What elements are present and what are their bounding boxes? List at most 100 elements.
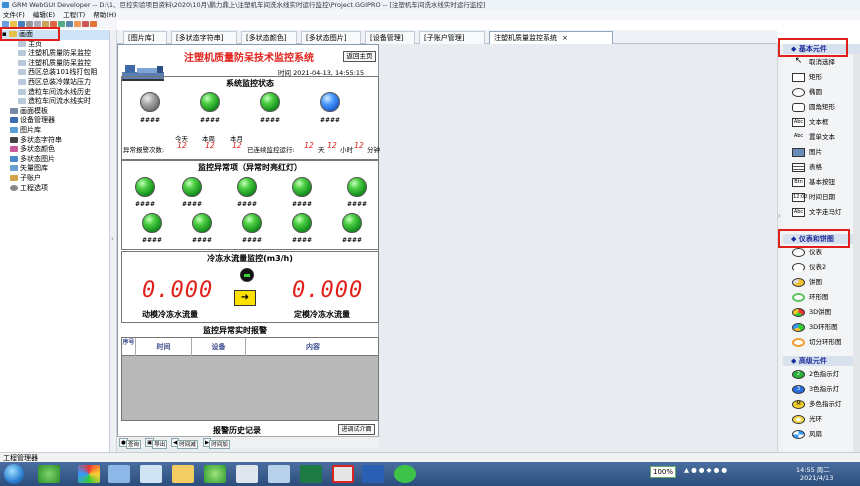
tool-lamp2[interactable]: 2 2色指示灯	[783, 367, 860, 382]
word-icon[interactable]	[362, 465, 384, 483]
tab-subaccount-manager[interactable]: [子账户管理]	[419, 31, 485, 44]
excel-icon[interactable]	[300, 465, 322, 483]
tab-multistate-color[interactable]: [多状态颜色]	[241, 31, 297, 44]
download-icon[interactable]	[82, 21, 89, 27]
menu-project[interactable]: 工程(T)	[63, 11, 85, 19]
tree-item[interactable]: 西区总装冷媒站压力	[0, 78, 109, 88]
new-file-icon[interactable]	[2, 21, 9, 27]
app-pinwheel-icon[interactable]	[78, 465, 100, 483]
collapse-left-icon[interactable]: ‹	[111, 235, 114, 243]
tool-split-ring[interactable]: 切分环形图	[783, 335, 860, 350]
tree-item[interactable]: 主页	[0, 40, 109, 50]
clock-time[interactable]: 14:55 周二	[796, 464, 830, 474]
tool-ellipse[interactable]: 椭圆	[783, 85, 860, 100]
menu-file[interactable]: 文件(F)	[3, 11, 25, 19]
build-icon[interactable]	[74, 21, 81, 27]
tool-rounded-rect[interactable]: 圆角矩形	[783, 100, 860, 115]
tool-ring3d[interactable]: 3D环形图	[783, 320, 860, 335]
lamp-label: ####	[139, 117, 161, 124]
clock-date[interactable]: 2021/4/13	[800, 474, 833, 482]
enter-debug-button[interactable]: 进调试介面	[338, 424, 375, 435]
delete-icon[interactable]	[50, 21, 57, 27]
acrobat-icon[interactable]	[332, 465, 354, 483]
save-icon[interactable]	[18, 21, 25, 27]
back-home-button[interactable]: 返回主页	[343, 51, 376, 62]
tool-rectangle[interactable]: 矩形	[783, 70, 860, 85]
tree-item[interactable]: 造粒车间流水线实时	[0, 97, 109, 107]
tree-item[interactable]: 注塑机质量防呆监控	[0, 49, 109, 59]
tool-textbox[interactable]: Abc 文本框	[783, 115, 860, 130]
tool-ring[interactable]: 环形图	[783, 290, 860, 305]
collapse-right-icon[interactable]: ›	[778, 212, 781, 220]
tool-pie[interactable]: 饼图	[783, 275, 860, 290]
tab-multistate-image[interactable]: [多状态图片]	[301, 31, 361, 44]
tool-fan[interactable]: 风扇	[783, 427, 860, 442]
paste-icon[interactable]	[42, 21, 49, 27]
export-button[interactable]: ▣ 导出	[145, 438, 168, 449]
menu-edit[interactable]: 编辑(E)	[33, 11, 55, 19]
tree-item[interactable]: 西区总装101线打包阻	[0, 68, 109, 78]
close-tab-icon[interactable]: ×	[562, 34, 568, 42]
tree-item[interactable]: 注塑机质量防呆监控	[0, 59, 109, 69]
tool-deselect[interactable]: ↖ 取消选择	[783, 55, 860, 70]
wechat-icon[interactable]	[394, 465, 416, 483]
tree-item-subaccount[interactable]: 子账户	[0, 174, 109, 184]
tree-item[interactable]: 造粒车间流水线历史	[0, 88, 109, 98]
ellipse-icon	[792, 88, 805, 97]
app-tool-icon[interactable]	[268, 465, 290, 483]
col-index: 序号	[122, 338, 136, 356]
start-button-icon[interactable]	[4, 464, 24, 484]
section-advanced[interactable]: ◆ 高级元件	[783, 356, 860, 366]
time-minus-button[interactable]: ◀ 时间减	[171, 438, 198, 449]
menu-help[interactable]: 帮助(H)	[93, 11, 116, 19]
query-button[interactable]: ● 查询	[119, 438, 141, 449]
tool-marquee[interactable]: Abc 文字走马灯	[783, 205, 860, 220]
tree-item-project-options[interactable]: 工程选项	[0, 184, 109, 194]
tab-multistate-string[interactable]: [多状态字符串]	[171, 31, 237, 44]
app-devbox-icon[interactable]	[108, 465, 130, 483]
section-basic-elements[interactable]: ◆ 基本元件	[783, 44, 860, 54]
section-gauges-pies[interactable]: ◆ 仪表和饼图	[783, 234, 860, 244]
tool-datetime[interactable]: 12:00 时间日期	[783, 190, 860, 205]
app-360-icon[interactable]	[38, 465, 60, 483]
tool-lamp-multi[interactable]: M 多色指示灯	[783, 397, 860, 412]
project-manager-label[interactable]: 工程管理器	[3, 454, 38, 462]
tab-device-manager[interactable]: [设备管理]	[365, 31, 415, 44]
tree-item-templates[interactable]: 画面模板	[0, 107, 109, 117]
undo-icon[interactable]	[58, 21, 65, 27]
grm-app-icon[interactable]	[236, 465, 258, 483]
tab-quality-monitor[interactable]: 注塑机质量监控系统 ×	[489, 31, 613, 44]
tool-text[interactable]: Abc 置单文本	[783, 130, 860, 145]
tree-item-multistate-string[interactable]: 多状态字符串	[0, 136, 109, 146]
tool-gauge2[interactable]: 仪表2	[783, 260, 860, 275]
copy-icon[interactable]	[34, 21, 41, 27]
run-icon[interactable]	[90, 21, 97, 27]
file-explorer-icon[interactable]	[172, 465, 194, 483]
component-panel-scrollbar[interactable]	[853, 54, 860, 454]
user-icon	[10, 174, 18, 181]
tool-table[interactable]: 表格	[783, 160, 860, 175]
tool-picture[interactable]: 图片	[783, 145, 860, 160]
time-plus-button[interactable]: ▶ 时间加	[203, 438, 230, 449]
open-folder-icon[interactable]	[10, 21, 17, 27]
tree-item-multistate-color[interactable]: 多状态颜色	[0, 145, 109, 155]
left-splitter[interactable]: ‹	[110, 30, 117, 462]
tool-button[interactable]: Btn 基本按钮	[783, 175, 860, 190]
tree-item-multistate-image[interactable]: 多状态图片	[0, 155, 109, 165]
alarm-lamp	[237, 177, 257, 197]
browser-icon[interactable]	[204, 465, 226, 483]
tree-item-image-lib[interactable]: 图片库	[0, 126, 109, 136]
zoom-indicator[interactable]: 100%	[650, 466, 676, 478]
redo-icon[interactable]	[66, 21, 73, 27]
tool-pie3d[interactable]: 3D饼图	[783, 305, 860, 320]
tree-item-vector-lib[interactable]: 矢量图库	[0, 164, 109, 174]
tab-image-lib[interactable]: [图片库]	[123, 31, 167, 44]
cut-icon[interactable]	[26, 21, 33, 27]
app-notes-icon[interactable]	[140, 465, 162, 483]
tree-root-screens[interactable]: ▪ 画面	[0, 30, 109, 40]
table-body[interactable]	[122, 356, 378, 420]
tool-gauge[interactable]: 仪表	[783, 245, 860, 260]
tool-halo[interactable]: 光环	[783, 412, 860, 427]
tree-item-devices[interactable]: 设备管理器	[0, 116, 109, 126]
tool-lamp3[interactable]: 3 3色指示灯	[783, 382, 860, 397]
